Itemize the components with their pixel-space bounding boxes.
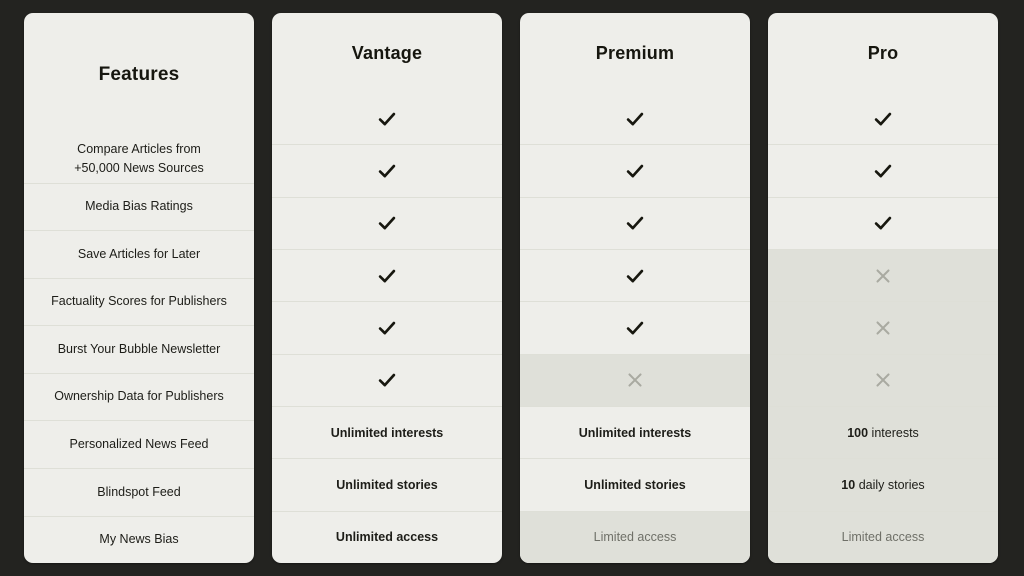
- check-icon: [626, 164, 644, 178]
- feature-row: Compare Articles from +50,000 News Source…: [24, 136, 254, 183]
- plan-cell: [272, 144, 502, 196]
- plan-cell-text: Unlimited stories: [336, 477, 438, 492]
- plan-column-vantage[interactable]: Vantage Unlimited interests Unlimited stor…: [272, 13, 502, 563]
- plan-cell-unit: interests: [871, 425, 919, 440]
- cross-icon: [876, 321, 890, 335]
- feature-label: Media Bias Ratings: [85, 199, 193, 214]
- plan-cell: [768, 248, 998, 302]
- plan-name-label: Vantage: [351, 43, 423, 63]
- feature-row: Save Articles for Later: [24, 230, 254, 278]
- check-icon: [378, 164, 396, 178]
- feature-row: Ownership Data for Publishers: [24, 372, 254, 421]
- plan-cell: [520, 93, 750, 144]
- plan-cell: Unlimited interests: [520, 405, 750, 458]
- feature-row: Media Bias Ratings: [24, 182, 254, 231]
- plan-cell-text: Unlimited stories: [584, 477, 686, 492]
- check-icon: [378, 269, 396, 283]
- plan-cell-unit: daily stories: [858, 477, 925, 492]
- feature-row: Personalized News Feed: [24, 420, 254, 468]
- plan-name-label: Premium: [595, 43, 675, 63]
- check-icon: [378, 112, 396, 126]
- cross-icon: [628, 373, 642, 387]
- features-row-list: Compare Articles from +50,000 News Source…: [24, 136, 254, 563]
- plan-row-list: Unlimited interests Unlimited stories Unli…: [272, 93, 502, 563]
- plan-cell: Unlimited stories: [272, 458, 502, 510]
- check-icon: [626, 269, 644, 283]
- feature-label: Factuality Scores for Publishers: [51, 294, 227, 309]
- plan-cell: [272, 301, 502, 353]
- cross-icon: [876, 269, 890, 283]
- cross-icon: [876, 373, 890, 387]
- plan-row-list: 100 interests 10 daily stories Limited acc…: [768, 93, 998, 563]
- plan-cell: [520, 144, 750, 196]
- check-icon: [626, 112, 644, 126]
- plan-cell: Limited access: [520, 510, 750, 563]
- check-icon: [626, 321, 644, 335]
- plan-cell: [768, 353, 998, 406]
- plan-cell: [272, 248, 502, 301]
- plan-cell: Unlimited stories: [520, 458, 750, 510]
- plan-name-label: Pro: [867, 43, 899, 63]
- feature-row: Blindspot Feed: [24, 467, 254, 516]
- plan-column-premium[interactable]: Premium Unlimited interests Unlimited stor…: [520, 13, 750, 563]
- check-icon: [378, 374, 396, 387]
- plan-cell: [768, 301, 998, 354]
- check-icon: [874, 112, 892, 126]
- features-header-cell: Features: [24, 13, 254, 136]
- plan-header-cell: Vantage: [272, 13, 502, 93]
- plan-cell-number: 100: [847, 425, 869, 440]
- plan-cell: 10 daily stories: [768, 458, 998, 511]
- plan-cell-text: Unlimited interests: [578, 425, 692, 440]
- plan-cell: [520, 196, 750, 249]
- plan-cell: Unlimited interests: [272, 405, 502, 458]
- feature-label: Burst Your Bubble Newsletter: [57, 341, 221, 356]
- plan-cell: 100 interests: [768, 405, 998, 459]
- feature-row: Burst Your Bubble Newsletter: [24, 325, 254, 373]
- plan-cell: [768, 93, 998, 144]
- plan-cell-text: 100 interests: [847, 426, 919, 440]
- features-column: Features Compare Articles from +50,000 Ne…: [24, 13, 254, 563]
- plan-cell-text: Limited access: [593, 530, 677, 545]
- feature-label: Blindspot Feed: [97, 484, 181, 499]
- feature-label: Ownership Data for Publishers: [54, 389, 224, 404]
- check-icon: [378, 321, 396, 335]
- plan-cell: [768, 196, 998, 249]
- feature-label: Save Articles for Later: [77, 246, 201, 261]
- plan-cell: [520, 248, 750, 301]
- features-header-label: Features: [98, 63, 180, 85]
- feature-label: Personalized News Feed: [69, 436, 209, 451]
- plan-cell-text: 10 daily stories: [841, 478, 924, 492]
- feature-row: My News Bias: [24, 515, 254, 564]
- plan-cell-text: Unlimited access: [335, 530, 439, 545]
- plan-cell: [272, 196, 502, 249]
- check-icon: [874, 164, 892, 178]
- plan-cell: Unlimited access: [272, 510, 502, 563]
- plan-cell: [272, 93, 502, 144]
- plan-cell-text: Limited access: [841, 530, 925, 545]
- plan-header-cell: Pro: [768, 13, 998, 93]
- plan-cell: [272, 353, 502, 406]
- plan-cell: [520, 301, 750, 353]
- plan-header-cell: Premium: [520, 13, 750, 93]
- plan-cell-text: Unlimited interests: [330, 425, 444, 440]
- pricing-comparison-table: Features Compare Articles from +50,000 Ne…: [0, 0, 1024, 576]
- plan-cell: Limited access: [768, 510, 998, 563]
- feature-label: My News Bias: [99, 532, 179, 547]
- feature-row: Factuality Scores for Publishers: [24, 277, 254, 326]
- check-icon: [626, 217, 644, 230]
- plan-row-list: Unlimited interests Unlimited stories Limi…: [520, 93, 750, 563]
- check-icon: [378, 217, 396, 230]
- plan-cell-number: 10: [841, 477, 856, 492]
- check-icon: [874, 217, 892, 230]
- plan-cell: [768, 144, 998, 196]
- plan-cell: [520, 353, 750, 406]
- feature-label: Compare Articles from +50,000 News Source…: [74, 141, 204, 176]
- plan-column-pro[interactable]: Pro 100 interests 10 daily stories Limited …: [768, 13, 998, 563]
